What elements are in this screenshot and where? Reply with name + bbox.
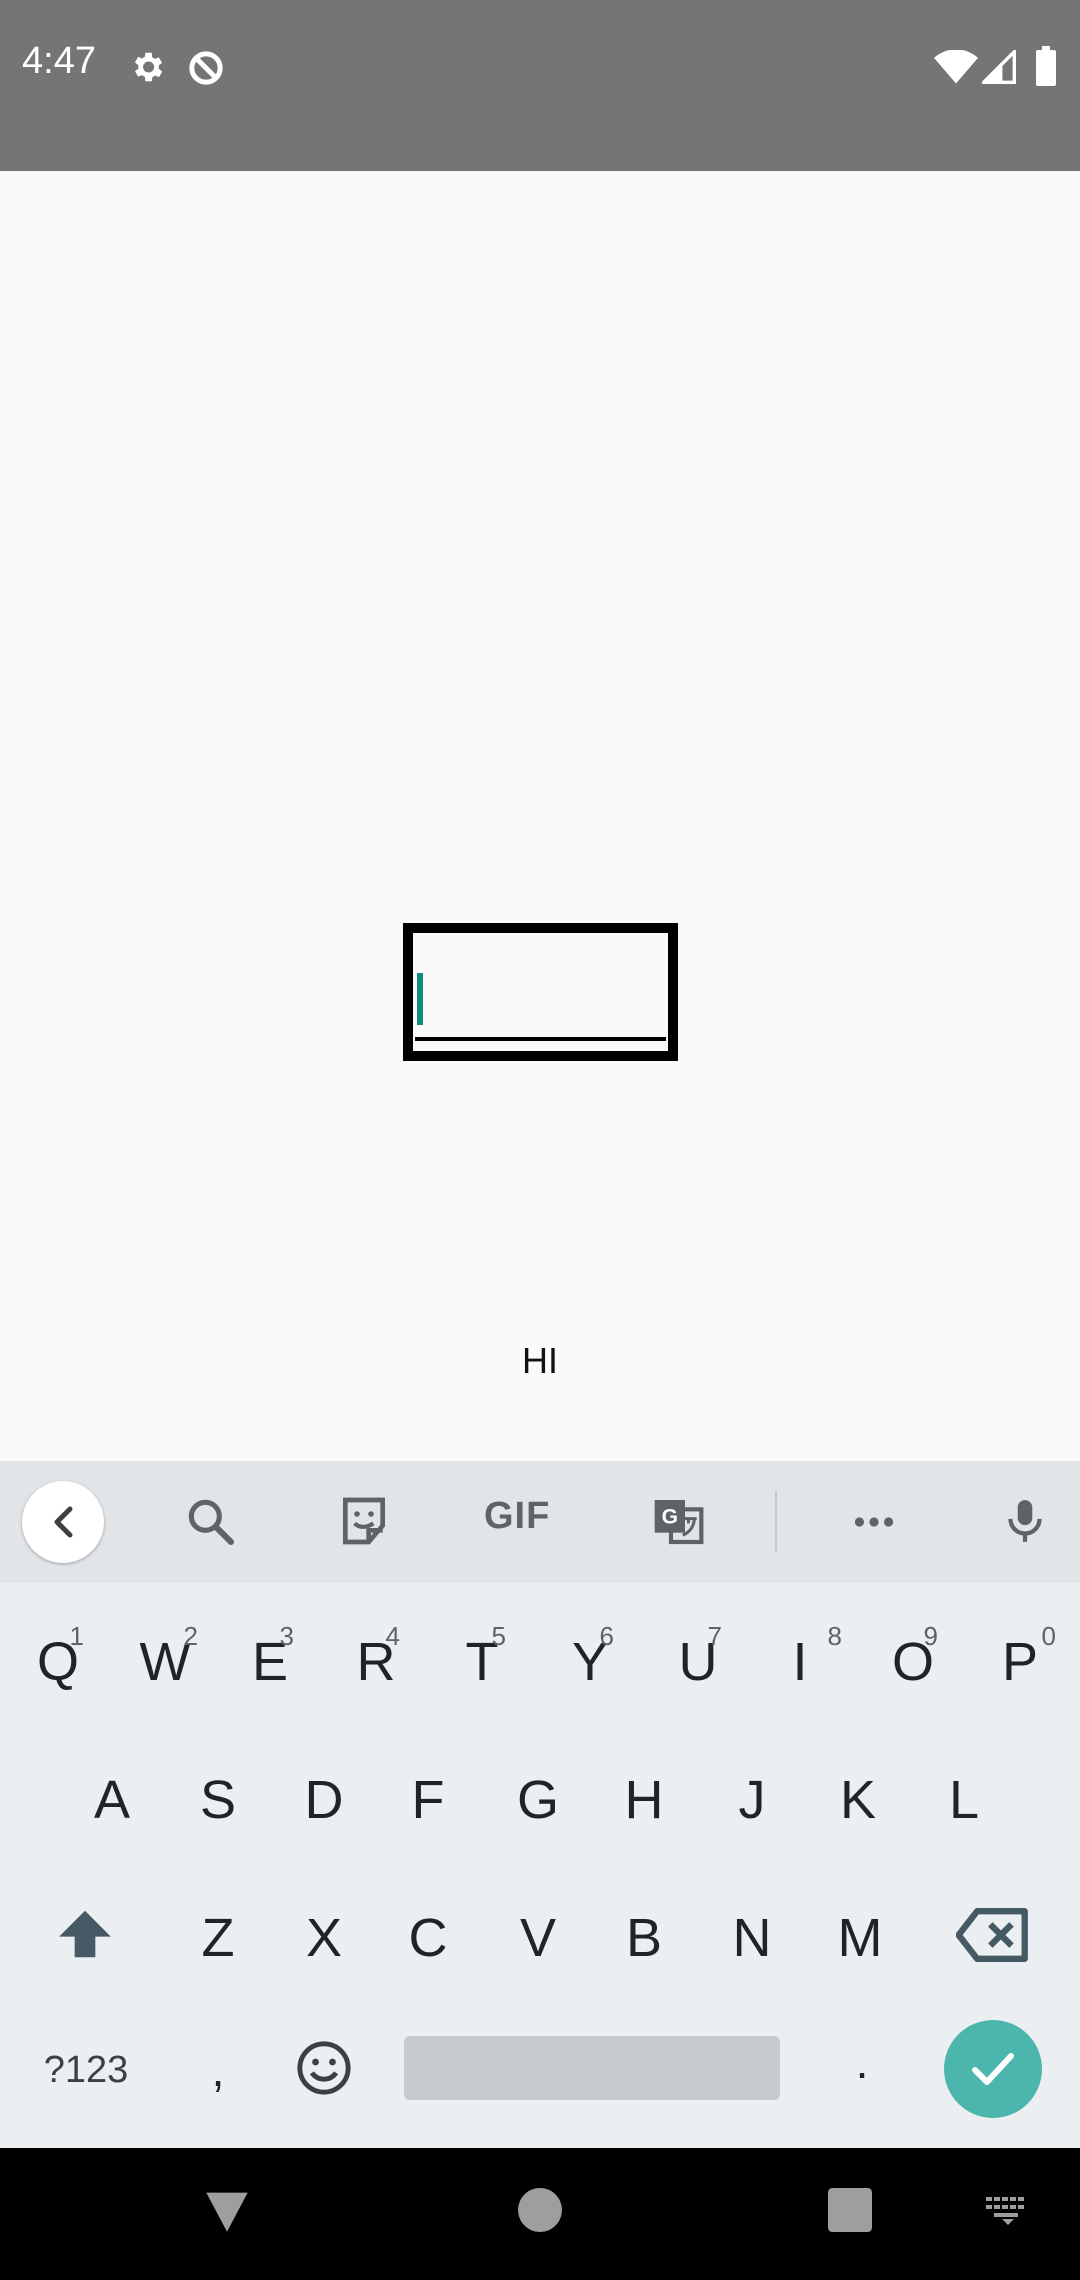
spacebar[interactable] bbox=[404, 2036, 780, 2100]
wifi-icon bbox=[934, 49, 978, 88]
keyboard-switch-icon[interactable] bbox=[986, 2196, 1030, 2230]
microphone-icon[interactable] bbox=[1000, 1491, 1050, 1555]
comma-key[interactable]: , bbox=[208, 2043, 228, 2097]
svg-text:G: G bbox=[662, 1505, 678, 1528]
key-k[interactable]: K bbox=[832, 1769, 884, 1831]
key-e[interactable]: E3 bbox=[250, 1621, 294, 1693]
cell-signal-icon bbox=[979, 47, 1016, 88]
key-v[interactable]: V bbox=[512, 1907, 564, 1969]
sticker-icon[interactable] bbox=[336, 1491, 392, 1555]
data-saver-icon bbox=[186, 48, 226, 92]
key-d[interactable]: D bbox=[298, 1769, 350, 1831]
key-x[interactable]: X bbox=[298, 1907, 350, 1969]
checkmark-icon bbox=[972, 2053, 1014, 2085]
key-u[interactable]: U7 bbox=[678, 1621, 723, 1693]
shift-key-icon[interactable] bbox=[50, 1903, 120, 1978]
text-cursor bbox=[417, 973, 423, 1025]
gif-button[interactable]: GIF bbox=[484, 1495, 550, 1538]
key-y[interactable]: Y6 bbox=[570, 1621, 614, 1693]
key-n[interactable]: N bbox=[726, 1907, 778, 1969]
settings-gear-icon bbox=[128, 48, 166, 90]
navigation-bar bbox=[0, 2148, 1080, 2280]
back-nav-icon[interactable] bbox=[204, 2188, 250, 2238]
app-content bbox=[0, 171, 1080, 1461]
key-f[interactable]: F bbox=[402, 1769, 454, 1831]
status-time: 4:47 bbox=[22, 40, 96, 82]
key-w[interactable]: W2 bbox=[136, 1621, 198, 1693]
symbols-key[interactable]: ?123 bbox=[38, 2049, 134, 2092]
key-q[interactable]: Q1 bbox=[36, 1621, 84, 1693]
key-z[interactable]: Z bbox=[192, 1907, 244, 1969]
keyboard-keys: Q1 W2 E3 R4 T5 Y6 U7 I8 O9 P0 A S D F G … bbox=[0, 1583, 1080, 2148]
search-icon[interactable] bbox=[182, 1491, 238, 1555]
keyboard-toolbar: GIF G bbox=[0, 1461, 1080, 1583]
recents-nav-icon[interactable] bbox=[828, 2188, 872, 2236]
key-t[interactable]: T5 bbox=[462, 1621, 507, 1693]
key-p[interactable]: P0 bbox=[1000, 1621, 1056, 1693]
soft-keyboard: GIF G Q1 W2 E3 R4 T5 Y6 U7 I8 O9 P0 A S … bbox=[0, 1461, 1080, 2148]
input-underline bbox=[415, 1037, 666, 1041]
battery-icon bbox=[1036, 46, 1056, 90]
more-options-icon[interactable] bbox=[846, 1497, 902, 1551]
key-s[interactable]: S bbox=[192, 1769, 244, 1831]
period-key[interactable]: . bbox=[850, 2035, 874, 2089]
key-h[interactable]: H bbox=[618, 1769, 670, 1831]
key-m[interactable]: M bbox=[830, 1907, 890, 1969]
key-a[interactable]: A bbox=[86, 1769, 138, 1831]
text-input-field[interactable] bbox=[403, 923, 678, 1061]
home-nav-icon[interactable] bbox=[518, 2188, 562, 2236]
enter-done-button[interactable] bbox=[944, 2020, 1042, 2118]
toolbar-back-button[interactable] bbox=[22, 1481, 104, 1563]
key-l[interactable]: L bbox=[938, 1769, 990, 1831]
hi-label: HI bbox=[522, 1340, 558, 1381]
key-j[interactable]: J bbox=[726, 1769, 778, 1831]
key-i[interactable]: I8 bbox=[790, 1621, 842, 1693]
status-bar: 4:47 bbox=[0, 0, 1080, 171]
key-o[interactable]: O9 bbox=[892, 1621, 938, 1693]
translate-icon[interactable]: G bbox=[650, 1491, 706, 1555]
emoji-icon[interactable] bbox=[294, 2039, 354, 2110]
key-b[interactable]: B bbox=[618, 1907, 670, 1969]
backspace-icon[interactable] bbox=[955, 1905, 1030, 1978]
key-g[interactable]: G bbox=[512, 1769, 564, 1831]
key-c[interactable]: C bbox=[402, 1907, 454, 1969]
key-r[interactable]: R4 bbox=[356, 1621, 401, 1693]
toolbar-divider bbox=[775, 1491, 777, 1553]
